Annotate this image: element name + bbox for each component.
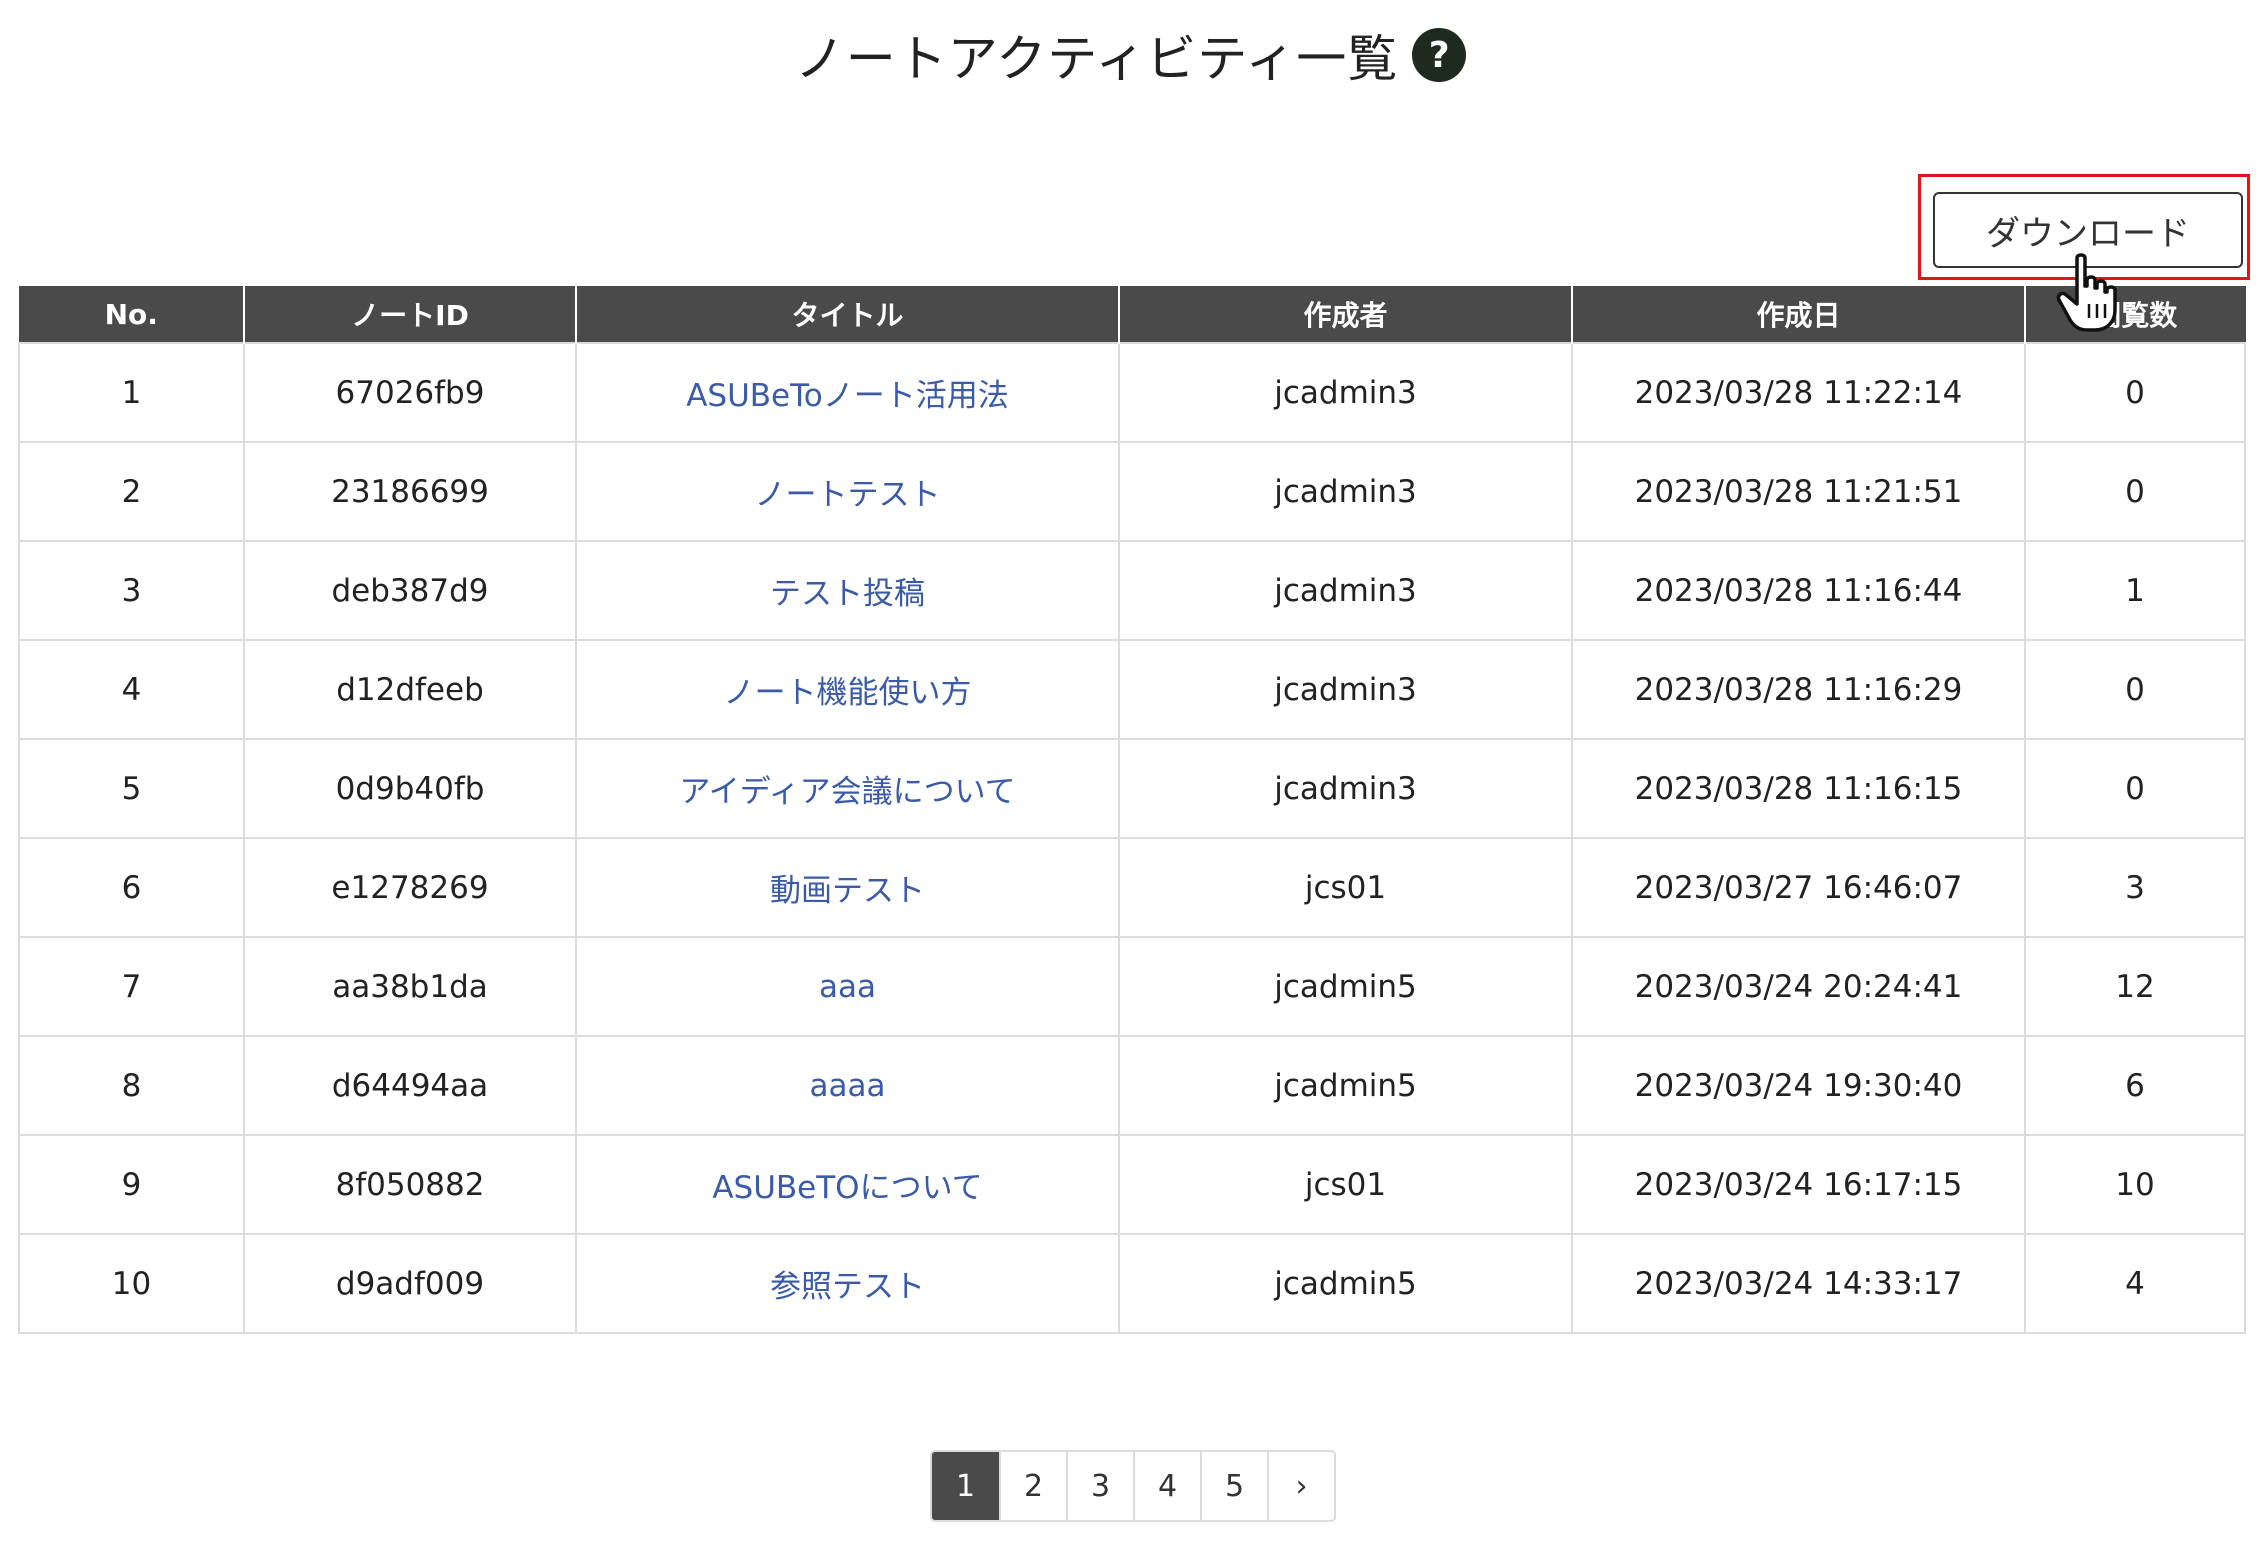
cell-views: 0: [2024, 342, 2246, 443]
cell-created: 2023/03/24 20:24:41: [1571, 936, 2026, 1037]
cell-author: jcadmin5: [1118, 936, 1573, 1037]
cell-title-link[interactable]: aaaa: [575, 1035, 1120, 1136]
cell-note-id: 23186699: [243, 441, 577, 542]
next-page-button[interactable]: ›: [1267, 1452, 1334, 1520]
note-activity-table: No. ノートID タイトル 作成者 作成日 閲覧数 1 67026fb9 AS…: [18, 286, 2246, 1334]
cell-created: 2023/03/24 14:33:17: [1571, 1233, 2026, 1334]
download-button[interactable]: ダウンロード: [1933, 192, 2243, 268]
column-header-title[interactable]: タイトル: [575, 286, 1120, 343]
table-row: 2 23186699 ノートテスト jcadmin3 2023/03/28 11…: [18, 441, 2246, 542]
table-row: 5 0d9b40fb アイディア会議について jcadmin3 2023/03/…: [18, 738, 2246, 839]
cell-title-link[interactable]: ノートテスト: [575, 441, 1120, 542]
cell-note-id: 0d9b40fb: [243, 738, 577, 839]
cell-note-id: 8f050882: [243, 1134, 577, 1235]
cell-created: 2023/03/28 11:16:15: [1571, 738, 2026, 839]
cell-note-id: d64494aa: [243, 1035, 577, 1136]
cell-views: 4: [2024, 1233, 2246, 1334]
column-header-note-id[interactable]: ノートID: [243, 286, 577, 343]
cell-created: 2023/03/28 11:16:44: [1571, 540, 2026, 641]
cell-views: 1: [2024, 540, 2246, 641]
page-button-5[interactable]: 5: [1200, 1452, 1267, 1520]
cell-views: 0: [2024, 738, 2246, 839]
cell-title-link[interactable]: ASUBeToノート活用法: [575, 342, 1120, 443]
page-button-1[interactable]: 1: [932, 1452, 999, 1520]
cell-views: 12: [2024, 936, 2246, 1037]
column-header-views[interactable]: 閲覧数: [2024, 286, 2246, 343]
cell-title-link[interactable]: アイディア会議について: [575, 738, 1120, 839]
table-row: 7 aa38b1da aaa jcadmin5 2023/03/24 20:24…: [18, 936, 2246, 1037]
cell-no: 7: [18, 936, 245, 1037]
cell-author: jcadmin3: [1118, 540, 1573, 641]
page-title: ノートアクティビティ一覧: [794, 30, 1399, 88]
pagination: 1 2 3 4 5 ›: [930, 1450, 1336, 1522]
table-row: 8 d64494aa aaaa jcadmin5 2023/03/24 19:3…: [18, 1035, 2246, 1136]
cell-author: jcadmin3: [1118, 342, 1573, 443]
cell-created: 2023/03/28 11:21:51: [1571, 441, 2026, 542]
table-row: 4 d12dfeeb ノート機能使い方 jcadmin3 2023/03/28 …: [18, 639, 2246, 740]
cell-created: 2023/03/28 11:22:14: [1571, 342, 2026, 443]
table-row: 9 8f050882 ASUBeTOについて jcs01 2023/03/24 …: [18, 1134, 2246, 1235]
table-header-row: No. ノートID タイトル 作成者 作成日 閲覧数: [18, 286, 2246, 343]
page-button-4[interactable]: 4: [1133, 1452, 1200, 1520]
column-header-created[interactable]: 作成日: [1571, 286, 2026, 343]
cell-note-id: aa38b1da: [243, 936, 577, 1037]
cell-created: 2023/03/24 19:30:40: [1571, 1035, 2026, 1136]
cell-title-link[interactable]: 動画テスト: [575, 837, 1120, 938]
page-header: ノートアクティビティ一覧 ?: [0, 20, 2261, 90]
cell-title-link[interactable]: テスト投稿: [575, 540, 1120, 641]
cell-no: 10: [18, 1233, 245, 1334]
cell-title-link[interactable]: 参照テスト: [575, 1233, 1120, 1334]
table-row: 6 e1278269 動画テスト jcs01 2023/03/27 16:46:…: [18, 837, 2246, 938]
cell-no: 4: [18, 639, 245, 740]
cell-author: jcs01: [1118, 1134, 1573, 1235]
column-header-no[interactable]: No.: [18, 286, 245, 343]
cell-author: jcs01: [1118, 837, 1573, 938]
table-row: 3 deb387d9 テスト投稿 jcadmin3 2023/03/28 11:…: [18, 540, 2246, 641]
cell-no: 5: [18, 738, 245, 839]
cell-views: 0: [2024, 441, 2246, 542]
page-button-3[interactable]: 3: [1066, 1452, 1133, 1520]
cell-views: 3: [2024, 837, 2246, 938]
cell-note-id: d9adf009: [243, 1233, 577, 1334]
cell-title-link[interactable]: ノート機能使い方: [575, 639, 1120, 740]
help-icon[interactable]: ?: [1412, 28, 1467, 82]
cell-no: 1: [18, 342, 245, 443]
cell-author: jcadmin5: [1118, 1233, 1573, 1334]
table-row: 10 d9adf009 参照テスト jcadmin5 2023/03/24 14…: [18, 1233, 2246, 1334]
cell-no: 6: [18, 837, 245, 938]
cell-created: 2023/03/24 16:17:15: [1571, 1134, 2026, 1235]
cell-no: 3: [18, 540, 245, 641]
table-row: 1 67026fb9 ASUBeToノート活用法 jcadmin3 2023/0…: [18, 342, 2246, 443]
cell-author: jcadmin5: [1118, 1035, 1573, 1136]
cell-note-id: 67026fb9: [243, 342, 577, 443]
cell-author: jcadmin3: [1118, 441, 1573, 542]
cell-note-id: e1278269: [243, 837, 577, 938]
cell-views: 10: [2024, 1134, 2246, 1235]
cell-views: 6: [2024, 1035, 2246, 1136]
cell-note-id: d12dfeeb: [243, 639, 577, 740]
cell-no: 8: [18, 1035, 245, 1136]
cell-created: 2023/03/28 11:16:29: [1571, 639, 2026, 740]
cell-title-link[interactable]: aaa: [575, 936, 1120, 1037]
cell-author: jcadmin3: [1118, 639, 1573, 740]
cell-views: 0: [2024, 639, 2246, 740]
cell-title-link[interactable]: ASUBeTOについて: [575, 1134, 1120, 1235]
cell-author: jcadmin3: [1118, 738, 1573, 839]
cell-created: 2023/03/27 16:46:07: [1571, 837, 2026, 938]
page-button-2[interactable]: 2: [999, 1452, 1066, 1520]
cell-note-id: deb387d9: [243, 540, 577, 641]
column-header-author[interactable]: 作成者: [1118, 286, 1573, 343]
cell-no: 9: [18, 1134, 245, 1235]
cell-no: 2: [18, 441, 245, 542]
